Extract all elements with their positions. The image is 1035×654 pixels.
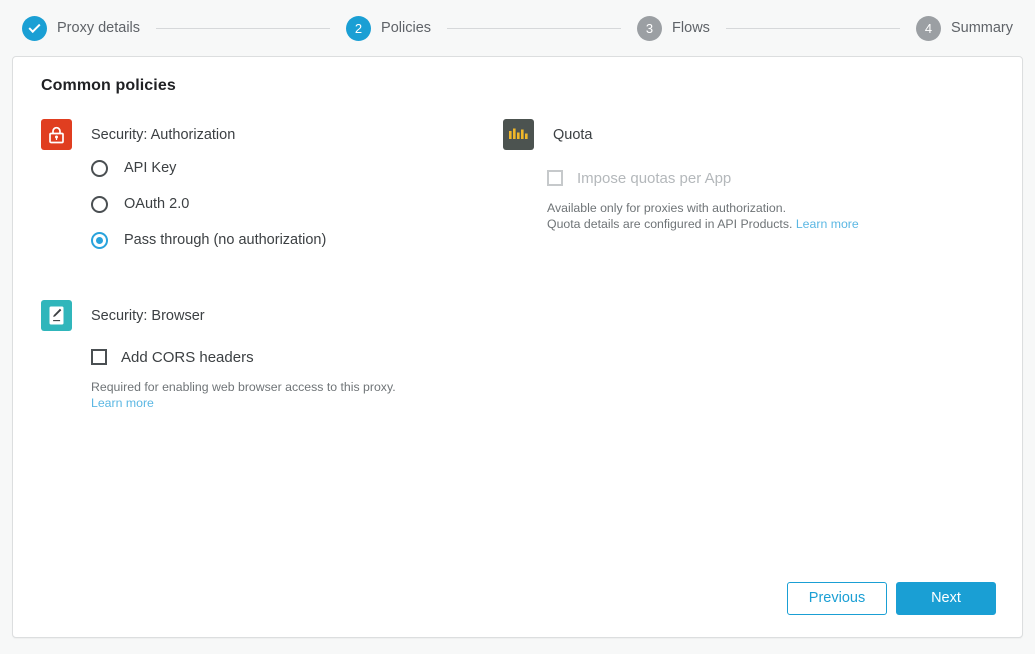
step-proxy-details[interactable]: Proxy details <box>22 16 140 41</box>
step-3-label: Flows <box>672 20 710 36</box>
quota-group: Quota Impose quotas per App Available on… <box>503 119 994 232</box>
checkbox-cors-indicator[interactable] <box>91 349 107 365</box>
step-flows[interactable]: 3 Flows <box>637 16 710 41</box>
step-3-bullet: 3 <box>637 16 662 41</box>
checkbox-impose-quotas-label: Impose quotas per App <box>577 170 731 187</box>
quota-help-line-1: Available only for proxies with authoriz… <box>547 200 994 216</box>
step-1-bullet <box>22 16 47 41</box>
checkbox-impose-quotas-indicator[interactable] <box>547 170 563 186</box>
security-authorization-header: Security: Authorization <box>41 119 503 150</box>
security-authorization-title: Security: Authorization <box>91 127 235 143</box>
right-column: Quota Impose quotas per App Available on… <box>503 95 994 411</box>
radio-api-key-indicator[interactable] <box>91 160 108 177</box>
bar-chart-icon <box>503 119 534 150</box>
security-browser-options: Add CORS headers Required for enabling w… <box>41 341 503 411</box>
step-4-label: Summary <box>951 20 1013 36</box>
cors-help-text: Required for enabling web browser access… <box>91 379 503 411</box>
radio-oauth2-indicator[interactable] <box>91 196 108 213</box>
cors-help-line: Required for enabling web browser access… <box>91 379 503 395</box>
step-policies[interactable]: 2 Policies <box>346 16 431 41</box>
policies-columns: Security: Authorization API Key OAuth 2.… <box>13 95 1022 411</box>
step-summary[interactable]: 4 Summary <box>916 16 1013 41</box>
next-button[interactable]: Next <box>896 582 996 615</box>
quota-help-line-2-wrap: Quota details are configured in API Prod… <box>547 216 994 232</box>
lock-icon <box>41 119 72 150</box>
checkbox-impose-quotas[interactable]: Impose quotas per App <box>547 162 994 194</box>
security-browser-group: Security: Browser Add CORS headers Requi… <box>41 300 503 411</box>
step-2-bullet: 2 <box>346 16 371 41</box>
radio-pass-through-indicator[interactable] <box>91 232 108 249</box>
left-column: Security: Authorization API Key OAuth 2.… <box>41 95 503 411</box>
radio-option-oauth2[interactable]: OAuth 2.0 <box>91 186 503 222</box>
quota-title: Quota <box>553 127 593 143</box>
step-4-bullet: 4 <box>916 16 941 41</box>
common-policies-card: Common policies Security: Authorization <box>12 56 1023 638</box>
radio-api-key-label: API Key <box>124 160 176 176</box>
step-connector-3 <box>726 28 900 29</box>
quota-help-text: Available only for proxies with authoriz… <box>547 200 994 232</box>
step-connector-2 <box>447 28 621 29</box>
cors-learn-more-link[interactable]: Learn more <box>91 396 154 410</box>
quota-help-line-2: Quota details are configured in API Prod… <box>547 217 792 231</box>
security-authorization-options: API Key OAuth 2.0 Pass through (no autho… <box>41 150 503 258</box>
step-1-label: Proxy details <box>57 20 140 36</box>
page-title: Common policies <box>13 57 1022 95</box>
radio-oauth2-label: OAuth 2.0 <box>124 196 189 212</box>
security-browser-title: Security: Browser <box>91 308 205 324</box>
checkbox-add-cors-headers[interactable]: Add CORS headers <box>91 341 503 373</box>
quota-options: Impose quotas per App Available only for… <box>503 162 994 232</box>
wizard-stepper: Proxy details 2 Policies 3 Flows 4 Summa… <box>0 0 1035 56</box>
checkbox-cors-label: Add CORS headers <box>121 349 254 366</box>
step-connector-1 <box>156 28 330 29</box>
radio-option-pass-through[interactable]: Pass through (no authorization) <box>91 222 503 258</box>
step-2-label: Policies <box>381 20 431 36</box>
quota-header: Quota <box>503 119 994 150</box>
pencil-icon <box>41 300 72 331</box>
card-footer: Previous Next <box>787 582 996 615</box>
quota-learn-more-link[interactable]: Learn more <box>796 217 859 231</box>
security-browser-header: Security: Browser <box>41 300 503 331</box>
radio-option-api-key[interactable]: API Key <box>91 150 503 186</box>
security-authorization-group: Security: Authorization API Key OAuth 2.… <box>41 119 503 258</box>
radio-pass-through-label: Pass through (no authorization) <box>124 232 326 248</box>
check-icon <box>28 20 40 32</box>
previous-button[interactable]: Previous <box>787 582 887 615</box>
